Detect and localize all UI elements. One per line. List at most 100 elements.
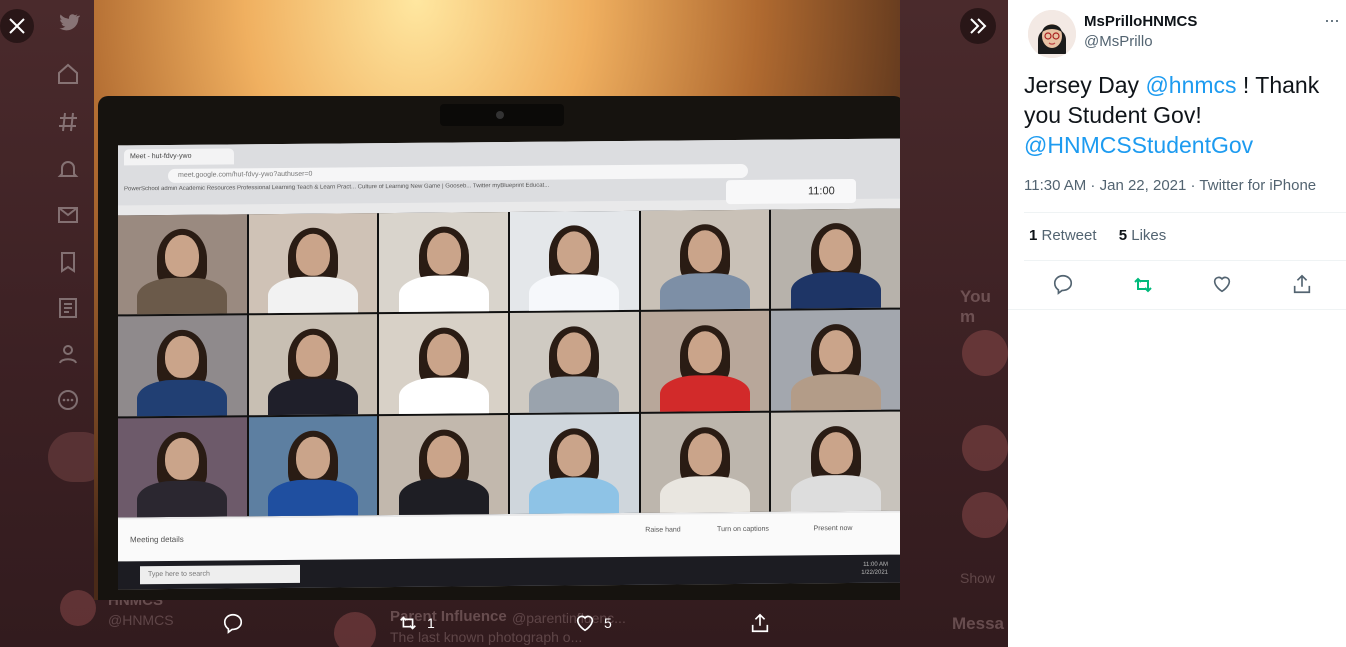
participant-face xyxy=(818,330,853,373)
share-button[interactable] xyxy=(1291,273,1315,297)
meet-video-grid xyxy=(118,208,900,518)
participant-face xyxy=(295,233,330,276)
participant-jersey xyxy=(790,474,881,512)
more-options-button[interactable]: ··· xyxy=(1324,10,1340,31)
participant-jersey xyxy=(137,480,228,518)
participant-face xyxy=(426,333,461,376)
participant-jersey xyxy=(529,477,620,514)
tweet-metadata: 11:30 AM · Jan 22, 2021 · Twitter for iP… xyxy=(1024,177,1317,194)
reply-icon xyxy=(223,613,243,634)
participant-face xyxy=(426,434,461,478)
meet-top-bar: 11:00 xyxy=(726,178,856,205)
photo-retweet-button[interactable]: 1 xyxy=(397,612,435,634)
meet-controls-bar: Meeting details Raise hand Turn on capti… xyxy=(118,512,900,562)
taskbar-clock: 11:00 AM 1/22/2021 xyxy=(861,561,888,577)
participant-jersey xyxy=(267,276,358,314)
participant-face xyxy=(687,331,722,374)
participant-jersey xyxy=(790,272,881,310)
share-icon xyxy=(751,613,769,633)
account-handle: @HNMCS xyxy=(108,612,174,628)
tweet-author-avatar xyxy=(334,612,376,647)
video-tile xyxy=(510,413,639,514)
participant-jersey xyxy=(659,475,750,513)
collapse-icon xyxy=(970,18,987,34)
tweet-text-part: Jersey Day xyxy=(1024,72,1146,98)
tweet-time[interactable]: 11:30 AM xyxy=(1024,177,1086,194)
tweet-source[interactable]: Twitter for iPhone xyxy=(1199,177,1316,194)
suggested-avatar xyxy=(962,492,1008,538)
likes-stat[interactable]: 5 Likes xyxy=(1119,227,1167,244)
video-tile xyxy=(118,315,247,417)
video-tile xyxy=(510,210,639,312)
retweet-button[interactable] xyxy=(1131,273,1155,297)
messages-drawer-label: Messa xyxy=(952,614,1004,633)
present-now-label: Present now xyxy=(813,525,853,533)
participant-face xyxy=(818,431,853,474)
reply-button[interactable] xyxy=(1052,273,1076,297)
taskbar-search: Type here to search xyxy=(140,564,300,585)
meeting-details-label: Meeting details xyxy=(130,534,184,545)
participant-jersey xyxy=(398,478,489,516)
divider xyxy=(1008,309,1346,310)
video-tile xyxy=(640,412,770,513)
messages-mail-icon xyxy=(56,203,86,233)
video-tile xyxy=(771,411,900,512)
laptop-webcam xyxy=(440,104,564,126)
account-avatar xyxy=(60,590,96,626)
tweet-text: Jersey Day @hnmcs ! Thank you Student Go… xyxy=(1024,70,1334,160)
video-tile xyxy=(248,415,378,517)
author-avatar[interactable] xyxy=(1028,10,1076,58)
mention-link[interactable]: @HNMCSStudentGov xyxy=(1024,132,1253,158)
bookmark-icon xyxy=(56,250,86,280)
retweets-label: Retweet xyxy=(1037,227,1097,244)
close-button[interactable] xyxy=(0,9,34,43)
photo-retweet-count: 1 xyxy=(427,615,435,631)
raise-hand-label: Raise hand xyxy=(645,526,681,534)
video-tile xyxy=(771,208,900,310)
captions-label: Turn on captions xyxy=(717,525,769,534)
participant-face xyxy=(165,234,200,277)
like-icon xyxy=(1213,276,1231,293)
notifications-bell-icon xyxy=(56,157,86,187)
participant-face xyxy=(557,332,592,375)
participant-jersey xyxy=(398,275,489,313)
participant-face xyxy=(557,433,592,477)
video-tile xyxy=(248,314,378,415)
author-display-name[interactable]: MsPrilloHNMCS xyxy=(1084,13,1197,30)
photo-like-button[interactable]: 5 xyxy=(574,612,612,634)
more-icon: ··· xyxy=(1324,10,1340,30)
participant-face xyxy=(818,228,853,272)
video-tile xyxy=(640,209,770,311)
participant-jersey xyxy=(137,379,228,417)
video-tile xyxy=(118,416,247,518)
video-tile xyxy=(379,313,508,414)
photo-reply-button[interactable] xyxy=(222,612,244,634)
participant-face xyxy=(165,335,200,379)
photo-share-button[interactable] xyxy=(749,612,771,634)
participant-jersey xyxy=(659,374,750,412)
participant-jersey xyxy=(659,273,750,311)
tweet-stats: 1 Retweet 5 Likes xyxy=(1029,227,1184,244)
lists-icon xyxy=(56,296,86,326)
like-button[interactable] xyxy=(1211,273,1235,297)
participant-jersey xyxy=(790,373,881,411)
participant-face xyxy=(165,437,200,480)
home-icon xyxy=(56,62,86,92)
participant-face xyxy=(557,231,592,274)
photo-like-count: 5 xyxy=(604,615,612,631)
reply-icon xyxy=(1053,274,1073,295)
tweet-detail-panel: MsPrilloHNMCS @MsPrillo ··· Jersey Day @… xyxy=(1008,0,1346,647)
browser-tabstrip: Meet - hut-fdvy-ywo xyxy=(124,146,454,166)
suggested-avatar xyxy=(962,330,1008,376)
retweet-icon xyxy=(400,616,416,630)
tweet-date[interactable]: Jan 22, 2021 xyxy=(1100,177,1187,194)
author-handle[interactable]: @MsPrillo xyxy=(1084,33,1153,50)
taskbar-time: 11:00 AM xyxy=(863,561,888,568)
tweet-photo[interactable]: Meet - hut-fdvy-ywo meet.google.com/hut-… xyxy=(94,0,900,600)
likes-count: 5 xyxy=(1118,227,1128,244)
mention-link[interactable]: @hnmcs xyxy=(1145,72,1236,98)
collapse-panel-button[interactable] xyxy=(960,8,996,44)
retweets-stat[interactable]: 1 Retweet xyxy=(1029,227,1097,244)
more-circle-icon xyxy=(56,388,86,418)
participant-face xyxy=(687,230,722,273)
